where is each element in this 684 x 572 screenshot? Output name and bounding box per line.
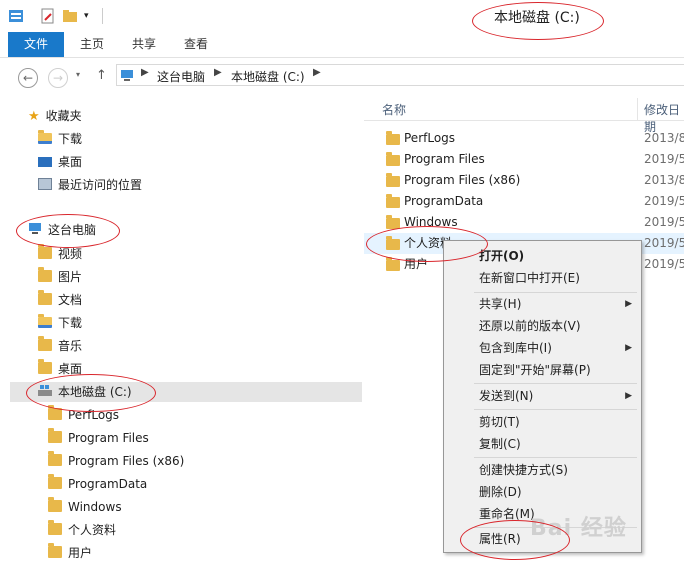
menu-delete[interactable]: 删除(D) [444,481,641,503]
nav-favorites[interactable]: ★ 收藏夹 [28,106,82,126]
nav-library-pictures[interactable]: 图片 [38,267,82,287]
breadcrumb-separator[interactable]: ▶ [214,67,222,78]
column-header: 名称 修改日期 [364,98,684,134]
videos-folder-icon [38,244,52,259]
pictures-folder-icon [38,267,52,282]
forward-button[interactable]: → [48,68,68,88]
navigation-pane: ★ 收藏夹 下载 桌面 最近访问的位置 这台电脑 视频 图片 文档 下载 音乐 桌… [0,98,362,572]
folder-icon [48,428,62,443]
nav-favorites-desktop[interactable]: 桌面 [38,152,82,172]
nav-library-downloads[interactable]: 下载 [38,313,82,333]
documents-folder-icon [38,290,52,305]
folder-icon [48,520,62,535]
submenu-arrow-icon: ▶ [625,299,632,309]
column-divider[interactable] [637,98,638,120]
menu-restore-previous[interactable]: 还原以前的版本(V) [444,315,641,337]
nav-folder-personal[interactable]: 个人资料 [48,520,116,540]
column-name-header[interactable]: 名称 [382,101,406,118]
menu-separator [474,457,637,458]
context-menu: 打开(O) 在新窗口中打开(E) 共享(H) ▶ 还原以前的版本(V) 包含到库中… [443,240,642,553]
this-pc-small-icon [120,68,134,85]
menu-separator [474,383,637,384]
properties-icon[interactable] [40,8,56,24]
menu-copy[interactable]: 复制(C) [444,433,641,455]
folder-icon [48,543,62,558]
menu-separator [474,409,637,410]
address-bar[interactable]: ▶ 这台电脑 ▶ 本地磁盘 (C:) ▶ [116,64,684,86]
toolbar-divider [102,8,103,24]
menu-include-in-library[interactable]: 包含到库中(I) ▶ [444,337,641,359]
back-button[interactable]: ← [18,68,38,88]
tab-home[interactable]: 主页 [72,32,112,57]
star-icon: ★ [28,109,40,124]
breadcrumb-local-disk[interactable]: 本地磁盘 (C:) [231,68,305,85]
annotation-ellipse-this-pc [16,214,120,248]
annotation-ellipse-folder [366,226,488,262]
nav-folder-users[interactable]: 用户 [48,543,92,563]
breadcrumb-separator[interactable]: ▶ [313,67,321,78]
file-row[interactable]: PerfLogs 2013/8 [364,128,684,149]
folder-icon [48,474,62,489]
nav-folder-programdata[interactable]: ProgramData [48,474,147,494]
menu-pin-to-start[interactable]: 固定到"开始"屏幕(P) [444,359,641,381]
tab-view[interactable]: 查看 [176,32,216,57]
file-row[interactable]: Program Files (x86) 2013/8 [364,170,684,191]
folder-icon [386,173,400,187]
annotation-ellipse-drive [26,374,156,412]
menu-open-new-window[interactable]: 在新窗口中打开(E) [444,267,641,289]
annotation-ellipse-properties [460,520,570,560]
new-folder-icon[interactable] [62,8,78,24]
customize-toolbar-icon[interactable]: ▾ [84,8,100,24]
breadcrumb-this-pc[interactable]: 这台电脑 [157,68,205,85]
menu-cut[interactable]: 剪切(T) [444,411,641,433]
submenu-arrow-icon: ▶ [625,391,632,401]
nav-folder-program-files[interactable]: Program Files [48,428,149,448]
tab-file[interactable]: 文件 [8,32,64,57]
nav-favorites-recent[interactable]: 最近访问的位置 [38,175,142,195]
menu-create-shortcut[interactable]: 创建快捷方式(S) [444,459,641,481]
downloads-folder-icon [38,130,52,144]
folder-icon [386,257,400,271]
desktop-icon [38,157,52,167]
menu-send-to[interactable]: 发送到(N) ▶ [444,385,641,407]
music-folder-icon [38,336,52,351]
tab-share[interactable]: 共享 [124,32,164,57]
annotation-ellipse-title [472,2,604,40]
folder-icon [48,497,62,512]
desktop-folder-icon [38,359,52,374]
recent-locations-icon[interactable]: ▾ [76,70,80,79]
nav-folder-program-files-x86[interactable]: Program Files (x86) [48,451,184,471]
nav-library-documents[interactable]: 文档 [38,290,82,310]
menu-share[interactable]: 共享(H) ▶ [444,293,641,315]
navigation-bar: ← → ▾ ↑ ▶ 这台电脑 ▶ 本地磁盘 (C:) ▶ [0,58,684,98]
ribbon-tabs: 文件 主页 共享 查看 [0,32,684,58]
file-row[interactable]: Program Files 2019/5 [364,149,684,170]
downloads-folder-icon [38,314,52,328]
recent-places-icon [38,178,52,190]
nav-favorites-downloads[interactable]: 下载 [38,129,82,149]
folder-icon [386,194,400,208]
folder-icon [386,131,400,145]
up-button[interactable]: ↑ [96,68,107,83]
nav-library-music[interactable]: 音乐 [38,336,82,356]
file-row[interactable]: ProgramData 2019/5 [364,191,684,212]
explorer-icon[interactable] [8,8,24,24]
submenu-arrow-icon: ▶ [625,343,632,353]
breadcrumb-separator[interactable]: ▶ [141,67,149,78]
nav-folder-windows[interactable]: Windows [48,497,122,517]
folder-icon [386,152,400,166]
folder-icon [48,451,62,466]
